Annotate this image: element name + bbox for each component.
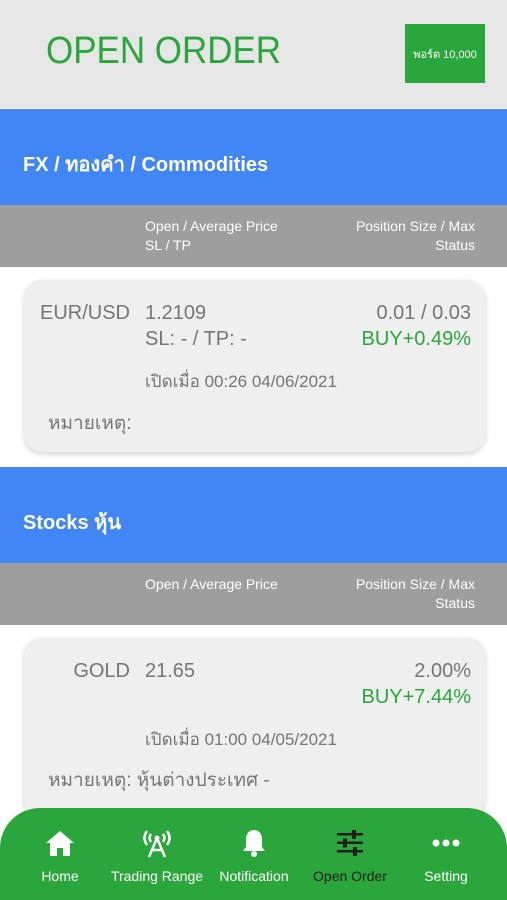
stocks-col-status: Status: [435, 595, 475, 611]
order-price: 21.65: [145, 660, 196, 682]
order-note: หมายเหตุ: หุ้นต่างประเทศ -: [48, 770, 270, 791]
fx-col-size: Position Size / Max Status: [356, 217, 475, 255]
fx-col-open-price: Open / Average Price: [145, 218, 278, 234]
fx-column-header: Open / Average Price SL / TP Position Si…: [0, 205, 507, 267]
fx-section-header: FX / ทองคำ / Commodities: [0, 109, 507, 205]
nav-home-label: Home: [41, 868, 79, 884]
order-opened-time: เปิดเมื่อ 01:00 04/05/2021: [145, 730, 337, 749]
bell-icon: [214, 828, 294, 858]
stocks-column-header: Open / Average Price Position Size / Max…: [0, 563, 507, 625]
more-dots-icon: [418, 828, 474, 858]
order-status: BUY+7.44%: [361, 686, 471, 708]
nav-notification[interactable]: Notification: [214, 828, 294, 884]
nav-trading-range[interactable]: Trading Range: [110, 828, 204, 884]
stocks-section-title: Stocks หุ้น: [23, 512, 121, 534]
bottom-nav: Home Trading Range Notification Open Ord…: [0, 808, 507, 900]
app-header: OPEN ORDER พอร์ต 10,000: [0, 0, 507, 108]
fx-col-sltp: SL / TP: [145, 237, 191, 253]
nav-open-order-label: Open Order: [313, 868, 387, 884]
nav-trading-range-label: Trading Range: [110, 868, 204, 884]
nav-notification-label: Notification: [219, 868, 289, 884]
order-size: 2.00%: [414, 660, 471, 682]
order-sltp: SL: - / TP: -: [145, 328, 247, 350]
stocks-section-header: Stocks หุ้น: [0, 467, 507, 563]
order-note: หมายเหตุ:: [48, 413, 132, 434]
order-symbol: EUR/USD: [39, 302, 130, 324]
order-size: 0.01 / 0.03: [376, 302, 471, 324]
stocks-col-position-size: Position Size / Max: [355, 576, 475, 592]
nav-setting[interactable]: Setting: [418, 828, 474, 884]
nav-open-order[interactable]: Open Order: [312, 828, 388, 884]
order-opened-time: เปิดเมื่อ 00:26 04/06/2021: [145, 372, 337, 391]
port-button[interactable]: พอร์ต 10,000: [405, 24, 485, 83]
fx-col-position-size: Position Size / Max: [355, 218, 475, 234]
order-status: BUY+0.49%: [361, 328, 471, 350]
fx-col-open: Open / Average Price SL / TP: [145, 217, 278, 255]
stocks-col-size: Position Size / Max Status: [356, 575, 475, 613]
broadcast-tower-icon: [110, 828, 204, 858]
page-title: OPEN ORDER: [46, 30, 282, 72]
stocks-col-open-price: Open / Average Price: [145, 576, 278, 592]
fx-col-status: Status: [435, 237, 475, 253]
fx-order-card[interactable]: EUR/USD 1.2109 SL: - / TP: - 0.01 / 0.03…: [24, 280, 485, 452]
home-icon: [38, 828, 82, 858]
order-price: 1.2109: [145, 302, 207, 324]
fx-section-title: FX / ทองคำ / Commodities: [23, 154, 269, 176]
sliders-icon: [312, 828, 388, 858]
order-symbol: GOLD: [73, 660, 130, 682]
nav-home[interactable]: Home: [38, 828, 82, 884]
nav-setting-label: Setting: [424, 868, 468, 884]
stocks-order-card[interactable]: GOLD 21.65 2.00% BUY+7.44% เปิดเมื่อ 01:…: [24, 638, 485, 818]
